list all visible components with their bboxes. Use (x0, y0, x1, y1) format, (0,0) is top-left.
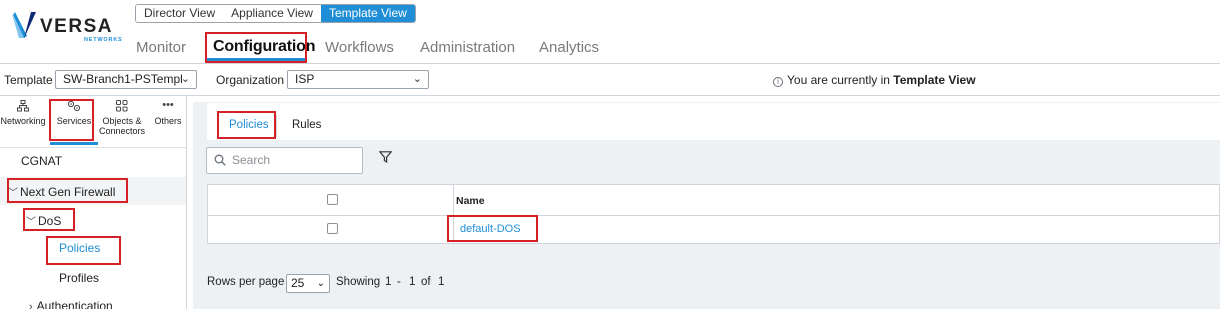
tree-item-profiles[interactable]: Profiles (59, 271, 99, 285)
director-view-button[interactable]: Director View (136, 5, 224, 22)
showing-to: 1 (409, 276, 416, 288)
tree-item-cgnat[interactable]: CGNAT (21, 154, 62, 168)
tab-rules[interactable]: Rules (292, 119, 321, 131)
header-divider (0, 63, 1220, 64)
nav-administration[interactable]: Administration (420, 39, 515, 56)
tree-item-dos-label: DoS (38, 214, 62, 228)
category-others-label: Others (154, 116, 182, 126)
category-objects-connectors[interactable]: Objects & Connectors (99, 100, 145, 136)
notice-text: You are currently in (787, 73, 890, 87)
template-select-value: SW-Branch1-PSTempl (63, 72, 183, 86)
tab-separator (276, 115, 277, 137)
config-sidebar: Networking Services Objects & Connectors… (0, 96, 187, 309)
filter-icon[interactable] (378, 150, 393, 166)
organization-select-value: ISP (295, 72, 315, 86)
chevron-down-icon: ⌄ (412, 73, 422, 85)
chevron-down-icon: ⌄ (180, 73, 190, 85)
showing-total: 1 (438, 276, 445, 288)
tree-item-next-gen-firewall[interactable]: ﹀ Next Gen Firewall (8, 184, 115, 199)
info-icon: i (773, 77, 783, 87)
nav-analytics[interactable]: Analytics (539, 39, 599, 56)
services-icon (52, 100, 96, 113)
chevron-down-icon: ﹀ (8, 188, 18, 199)
template-select[interactable]: SW-Branch1-PSTempl ⌄ (55, 70, 197, 89)
tree-item-policies[interactable]: Policies (59, 241, 100, 255)
policies-table: Name default-DOS (207, 184, 1220, 244)
rows-per-page-label: Rows per page (207, 276, 285, 288)
more-icon: ••• (162, 99, 174, 111)
category-objects-label-line1: Objects & (102, 116, 142, 126)
nav-monitor[interactable]: Monitor (136, 39, 186, 56)
template-view-button[interactable]: Template View (320, 5, 415, 22)
nav-configuration[interactable]: Configuration (213, 38, 315, 56)
tab-active-indicator (221, 137, 271, 139)
template-view-notice: i You are currently in Template View (773, 73, 976, 87)
category-services[interactable]: Services (52, 100, 96, 126)
tree-item-dos[interactable]: ﹀ DoS (26, 213, 61, 228)
objects-icon (99, 100, 145, 113)
main-nav: Monitor Configuration Workflows Administ… (0, 34, 1220, 64)
showing-dash: - (397, 276, 401, 288)
chevron-right-icon: › (29, 301, 33, 309)
search-icon (214, 148, 226, 174)
content-tab-bar: Policies Rules (207, 103, 1220, 140)
rows-per-page-value: 25 (291, 276, 305, 290)
row-checkbox[interactable] (327, 223, 338, 234)
table-header-row: Name (208, 185, 1220, 216)
network-icon (0, 100, 48, 113)
tree-item-authentication[interactable]: › Authentication (29, 299, 113, 309)
search-placeholder: Search (232, 153, 271, 167)
column-header-name[interactable]: Name (456, 195, 485, 207)
category-active-indicator (50, 142, 98, 145)
rows-per-page-select[interactable]: 25 ⌄ (286, 274, 330, 293)
category-networking-label: Networking (0, 116, 46, 126)
nav-workflows[interactable]: Workflows (325, 39, 394, 56)
category-objects-label-line2: Connectors (99, 126, 146, 136)
organization-label: Organization (216, 73, 285, 87)
tree-item-authentication-label: Authentication (36, 299, 113, 309)
showing-label: Showing (336, 276, 381, 288)
column-divider (453, 185, 454, 244)
tab-policies[interactable]: Policies (229, 119, 269, 131)
appliance-view-button[interactable]: Appliance View (223, 5, 321, 22)
sidebar-divider (0, 147, 186, 148)
table-row[interactable]: default-DOS (208, 216, 1220, 244)
search-input[interactable]: Search (206, 147, 363, 174)
showing-of: of (421, 276, 431, 288)
category-networking[interactable]: Networking (0, 100, 48, 126)
view-switcher: Director View Appliance View Template Vi… (135, 4, 416, 23)
showing-from: 1 (385, 276, 392, 288)
notice-view-name: Template View (893, 73, 976, 87)
category-services-label: Services (56, 116, 92, 126)
chevron-down-icon: ⌄ (316, 278, 325, 289)
nav-active-indicator (207, 58, 305, 61)
tree-item-ngfw-label: Next Gen Firewall (20, 185, 116, 199)
organization-select[interactable]: ISP ⌄ (287, 70, 429, 89)
policy-name-link[interactable]: default-DOS (460, 223, 521, 235)
category-others[interactable]: ••• Others (150, 99, 186, 127)
select-all-checkbox[interactable] (327, 194, 338, 205)
template-label: Template (4, 73, 53, 87)
chevron-down-icon: ﹀ (26, 217, 36, 228)
